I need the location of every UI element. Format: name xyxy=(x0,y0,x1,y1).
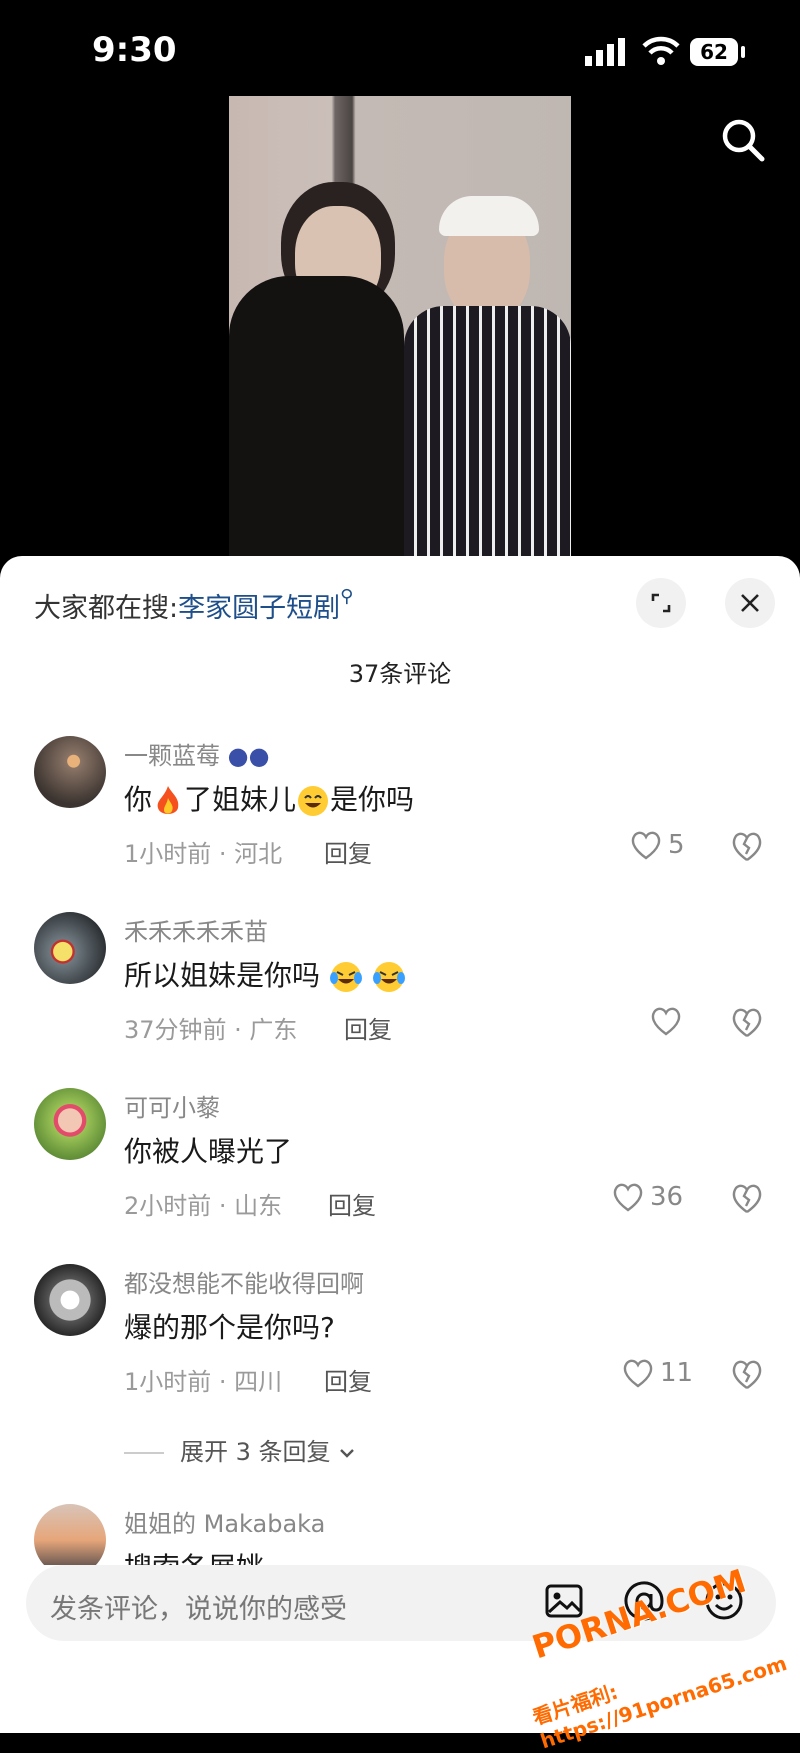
status-time: 9:30 xyxy=(92,30,177,70)
broken-heart-icon[interactable] xyxy=(730,1006,764,1038)
smile-emoji-icon xyxy=(298,786,329,816)
reply-button[interactable]: 回复 xyxy=(324,1362,372,1397)
like-count: 36 xyxy=(650,1182,684,1212)
avatar[interactable] xyxy=(34,736,106,808)
broken-heart-icon[interactable] xyxy=(730,1358,764,1390)
comment-text: 爆的那个是你吗? xyxy=(124,1311,335,1344)
battery-level: 62 xyxy=(700,40,728,64)
laughing-crying-emoji-icon xyxy=(329,962,362,992)
blueberry-icon: ●● xyxy=(227,742,270,770)
comment-username[interactable]: 都没想能不能收得回啊 xyxy=(124,1264,364,1299)
divider-line xyxy=(124,1452,164,1454)
comment-text: 所以姐妹是你吗 xyxy=(124,954,406,994)
battery-icon: 62 xyxy=(690,38,738,66)
comment-time-location: 1小时前 · 四川 xyxy=(124,1368,283,1396)
search-small-icon: ⚲ xyxy=(340,586,354,607)
comment-item: 都没想能不能收得回啊 爆的那个是你吗? 1小时前 · 四川 回复 11 xyxy=(0,1264,800,1434)
search-icon[interactable] xyxy=(718,115,768,165)
comment-username[interactable]: 可可小藜 xyxy=(124,1088,220,1123)
status-bar: 9:30 62 xyxy=(0,0,800,100)
reply-button[interactable]: 回复 xyxy=(324,834,372,869)
search-suggestion-keyword[interactable]: 李家圆子短剧 xyxy=(178,593,340,624)
avatar[interactable] xyxy=(34,912,106,984)
search-suggestion[interactable]: 大家都在搜:李家圆子短剧⚲ xyxy=(34,586,353,625)
heart-icon xyxy=(623,1359,653,1388)
comment-text: 你被人曝光了 xyxy=(124,1135,293,1168)
video-person-right xyxy=(404,306,571,556)
comment-input-placeholder: 发条评论，说说你的感受 xyxy=(50,1594,347,1625)
like-button[interactable]: 11 xyxy=(622,1358,693,1388)
signal-icon xyxy=(585,38,625,66)
like-button[interactable] xyxy=(650,1006,688,1036)
expand-replies-button[interactable]: 展开 3 条回复 xyxy=(124,1432,356,1467)
heart-icon xyxy=(651,1007,681,1036)
video-person-left xyxy=(229,276,404,556)
close-icon xyxy=(741,594,759,612)
comment-time-location: 37分钟前 · 广东 xyxy=(124,1016,298,1044)
video-player[interactable] xyxy=(229,96,571,556)
comment-username[interactable]: 禾禾禾禾禾苗 xyxy=(124,912,268,947)
avatar[interactable] xyxy=(34,1264,106,1336)
heart-icon xyxy=(631,831,661,860)
avatar[interactable] xyxy=(34,1504,106,1574)
battery-tip xyxy=(741,46,745,58)
heart-icon xyxy=(613,1183,643,1212)
comment-time-location: 2小时前 · 山东 xyxy=(124,1192,283,1220)
like-count: 11 xyxy=(660,1358,694,1388)
wifi-icon xyxy=(642,36,680,65)
comment-sheet: 大家都在搜:李家圆子短剧⚲ 37条评论 一颗蓝莓 ●● 你了姐妹儿 是你吗 1小时… xyxy=(0,556,800,1733)
comment-time-location: 1小时前 · 河北 xyxy=(124,840,283,868)
reply-button[interactable]: 回复 xyxy=(328,1186,376,1221)
comment-text: 你了姐妹儿 是你吗 xyxy=(124,783,415,816)
like-button[interactable]: 5 xyxy=(630,830,685,860)
broken-heart-icon[interactable] xyxy=(730,1182,764,1214)
comment-item: 姐姐的 Makabaka 搜索各展姚 xyxy=(0,1504,800,1574)
reply-button[interactable]: 回复 xyxy=(344,1010,392,1045)
expand-replies-label: 展开 3 条回复 xyxy=(180,1438,331,1466)
comment-item: 可可小藜 你被人曝光了 2小时前 · 山东 回复 36 xyxy=(0,1088,800,1258)
comment-count: 37条评论 xyxy=(348,660,452,688)
search-suggestion-prefix: 大家都在搜: xyxy=(34,593,179,624)
avatar[interactable] xyxy=(34,1088,106,1160)
like-button[interactable]: 36 xyxy=(612,1182,683,1212)
comment-username[interactable]: 姐姐的 Makabaka xyxy=(124,1504,325,1539)
comment-item: 一颗蓝莓 ●● 你了姐妹儿 是你吗 1小时前 · 河北 回复 5 xyxy=(0,736,800,906)
like-count: 5 xyxy=(668,830,685,860)
close-sheet-button[interactable] xyxy=(725,578,775,628)
expand-icon xyxy=(651,593,671,613)
broken-heart-icon[interactable] xyxy=(730,830,764,862)
laughing-crying-emoji-icon xyxy=(372,962,405,992)
chevron-down-icon xyxy=(340,1449,355,1458)
expand-sheet-button[interactable] xyxy=(636,578,686,628)
comment-item: 禾禾禾禾禾苗 所以姐妹是你吗 37分钟前 · 广东 回复 xyxy=(0,912,800,1082)
comment-username[interactable]: 一颗蓝莓 ●● xyxy=(124,736,270,771)
fire-emoji-icon xyxy=(157,786,179,814)
video-cap xyxy=(439,196,539,236)
